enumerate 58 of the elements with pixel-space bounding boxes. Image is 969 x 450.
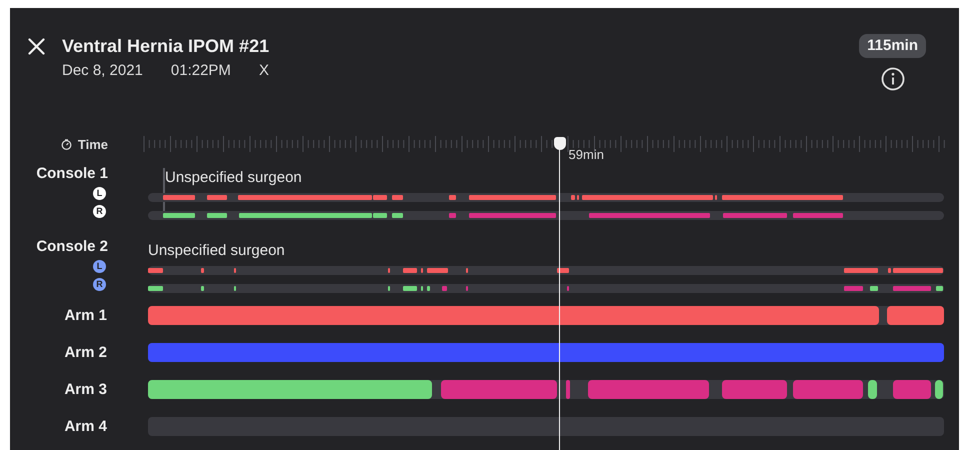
- hand-badge: R: [93, 204, 106, 218]
- usage-segment: [793, 212, 843, 218]
- close-icon[interactable]: [28, 38, 45, 55]
- arm-segment: [793, 380, 863, 399]
- hand-badge: L: [93, 186, 106, 200]
- surgeon-name: Unspecified surgeon: [148, 241, 286, 261]
- arm-name: Arm 1: [63, 307, 108, 324]
- procedure-title: Ventral Hernia IPOM #21: [62, 35, 270, 58]
- usage-segment: [207, 194, 227, 200]
- playhead-handle[interactable]: [554, 137, 566, 150]
- usage-segment: [557, 268, 569, 272]
- usage-segment: [148, 286, 163, 290]
- procedure-time: 01:22PM: [170, 61, 231, 81]
- usage-segment: [427, 268, 448, 272]
- usage-segment: [723, 212, 787, 218]
- usage-segment: [163, 212, 195, 218]
- arm-segment: [868, 380, 877, 399]
- surgeon-name: Unspecified surgeon: [164, 168, 303, 188]
- usage-segment: [844, 286, 863, 290]
- usage-segment: [571, 194, 575, 200]
- console-name: Console 1: [36, 164, 108, 184]
- usage-segment: [201, 286, 204, 290]
- usage-segment: [148, 268, 163, 272]
- usage-segment: [207, 212, 227, 218]
- usage-segment: [870, 286, 878, 290]
- usage-segment: [449, 212, 456, 218]
- arm-segment: [935, 380, 943, 399]
- usage-segment: [893, 268, 943, 272]
- procedure-tag: X: [258, 60, 269, 82]
- usage-segment: [427, 286, 430, 290]
- info-icon[interactable]: [880, 67, 905, 91]
- usage-segment: [392, 212, 403, 218]
- hand-badge: R: [93, 278, 106, 290]
- usage-segment: [449, 194, 456, 200]
- usage-segment: [392, 194, 403, 200]
- arm-segment: [893, 380, 931, 399]
- usage-segment: [888, 268, 891, 272]
- usage-segment: [442, 286, 447, 290]
- usage-segment: [201, 268, 204, 272]
- usage-segment: [936, 286, 943, 290]
- arm-name: Arm 4: [63, 418, 108, 435]
- arm-segment: [887, 306, 944, 325]
- usage-segment: [893, 286, 931, 290]
- playhead-time: 59min: [568, 147, 604, 162]
- console-name: Console 2: [36, 237, 108, 257]
- hand-badge: L: [93, 260, 106, 272]
- arm-name: Arm 3: [63, 381, 108, 398]
- usage-segment: [844, 268, 878, 272]
- usage-segment: [403, 268, 417, 272]
- arm-name: Arm 2: [63, 344, 108, 361]
- procedure-date: Dec 8, 2021: [62, 61, 143, 81]
- time-label: Time: [78, 136, 108, 152]
- usage-segment: [403, 286, 417, 290]
- arm-segment: [566, 380, 570, 399]
- arm-segment: [722, 380, 787, 399]
- stopwatch-icon: [60, 138, 72, 150]
- duration-badge: 115min: [859, 34, 926, 58]
- usage-segment: [163, 194, 195, 200]
